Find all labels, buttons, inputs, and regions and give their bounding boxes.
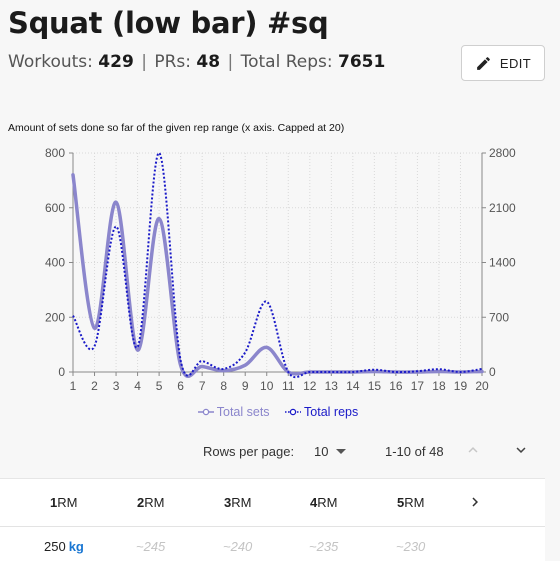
stats-separator: | — [141, 52, 147, 72]
x-tick-label: 19 — [454, 379, 468, 393]
stats-separator: | — [227, 52, 234, 72]
page-range: 1-10 of 48 — [385, 444, 444, 459]
x-tick-label: 14 — [346, 379, 360, 393]
column-1rm-suffix: RM — [57, 495, 78, 510]
edit-label: EDIT — [499, 55, 532, 71]
x-tick-label: 4 — [134, 379, 141, 393]
x-tick-label: 11 — [282, 379, 295, 393]
chart-caption: Amount of sets done so far of the given … — [8, 122, 345, 134]
x-tick-label: 3 — [113, 379, 120, 393]
column-header-3rm[interactable]: 3RM — [224, 495, 251, 510]
column-3rm-suffix: RM — [231, 495, 252, 510]
x-tick-label: 7 — [199, 379, 206, 393]
column-5rm-suffix: RM — [404, 495, 425, 510]
y-left-tick-label: 400 — [45, 256, 65, 270]
y-left-tick-label: 800 — [45, 146, 65, 160]
legend-reps-label: Total reps — [304, 405, 359, 419]
x-tick-label: 13 — [325, 379, 339, 393]
x-tick-label: 20 — [475, 379, 489, 393]
total-reps-line — [72, 151, 483, 379]
chevron-down-icon[interactable] — [512, 441, 530, 462]
y-right-tick-label: 1400 — [489, 256, 516, 270]
x-tick-label: 15 — [368, 379, 382, 393]
table-pagination: Rows per page: 10 1-10 of 48 — [0, 441, 560, 463]
prs-label: PRs: — [154, 52, 191, 72]
rm-unit: kg — [68, 539, 84, 554]
edit-button[interactable]: EDIT — [461, 45, 545, 81]
rm-cell-1rm: 250 kg — [44, 539, 84, 554]
legend-sets-marker — [197, 408, 214, 416]
x-tick-label: 12 — [303, 379, 317, 393]
x-tick-label: 2 — [91, 379, 98, 393]
rm-cell-5rm: ~230 — [396, 539, 426, 554]
rows-per-page-select[interactable]: 10 — [314, 444, 347, 459]
column-header-2rm[interactable]: 2RM — [137, 495, 164, 510]
column-4rm-suffix: RM — [317, 495, 338, 510]
total-sets-line — [71, 173, 484, 378]
column-2rm-suffix: RM — [144, 495, 165, 510]
page-title: Squat (low bar) #sq — [8, 6, 329, 40]
legend-item-total-sets[interactable]: Total sets — [197, 405, 274, 419]
total-reps-label: Total Reps: — [240, 52, 333, 72]
legend-sets-label: Total sets — [216, 405, 270, 419]
rm-cell-3rm: ~240 — [223, 539, 253, 554]
chart-legend: Total sets Total reps — [0, 405, 560, 420]
rows-per-page-value: 10 — [314, 444, 329, 459]
exercise-stats: Workouts: 429 | PRs: 48 | Total Reps: 76… — [8, 52, 385, 72]
x-tick-label: 1 — [70, 379, 77, 393]
column-header-1rm[interactable]: 1RM — [50, 495, 77, 510]
x-tick-label: 9 — [242, 379, 249, 393]
pencil-icon — [475, 55, 492, 72]
legend-reps-marker — [285, 408, 302, 416]
x-tick-label: 18 — [432, 379, 446, 393]
caret-down-icon — [336, 448, 347, 455]
y-left-tick-label: 200 — [45, 310, 65, 324]
y-right-tick-label: 700 — [489, 310, 509, 324]
rm-value: 250 — [44, 539, 66, 554]
rm-table: 1RM 2RM 3RM 4RM 5RM 250 kg ~245 ~240 ~235… — [0, 478, 545, 561]
rows-per-page-label: Rows per page: — [203, 444, 295, 459]
workouts-label: Workouts: — [8, 52, 93, 72]
y-right-tick-label: 2800 — [489, 146, 516, 160]
y-left-tick-label: 0 — [58, 365, 65, 379]
column-header-5rm[interactable]: 5RM — [397, 495, 424, 510]
sets-reps-chart: 0 200 400 600 800 0 700 1400 2100 2800 1 2 3 4 5 6 7 8 9 10… — [45, 146, 516, 393]
x-tick-label: 6 — [177, 379, 184, 393]
y-right-tick-label: 0 — [489, 365, 496, 379]
x-tick-label: 5 — [156, 379, 163, 393]
rm-table-header: 1RM 2RM 3RM 4RM 5RM — [0, 479, 545, 527]
total-reps-value: 7651 — [338, 52, 386, 72]
x-tick-label: 10 — [260, 379, 274, 393]
y-left-tick-label: 600 — [45, 201, 65, 215]
workouts-value: 429 — [98, 52, 134, 72]
chevron-up-icon[interactable] — [464, 441, 482, 462]
chevron-right-icon[interactable] — [466, 493, 484, 515]
x-tick-label: 16 — [389, 379, 403, 393]
column-header-4rm[interactable]: 4RM — [310, 495, 337, 510]
y-right-tick-label: 2100 — [489, 201, 516, 215]
legend-item-total-reps[interactable]: Total reps — [285, 405, 362, 419]
rm-cell-2rm: ~245 — [136, 539, 166, 554]
x-tick-label: 17 — [411, 379, 425, 393]
x-tick-label: 8 — [220, 379, 227, 393]
rm-cell-4rm: ~235 — [309, 539, 339, 554]
prs-value: 48 — [196, 52, 221, 72]
